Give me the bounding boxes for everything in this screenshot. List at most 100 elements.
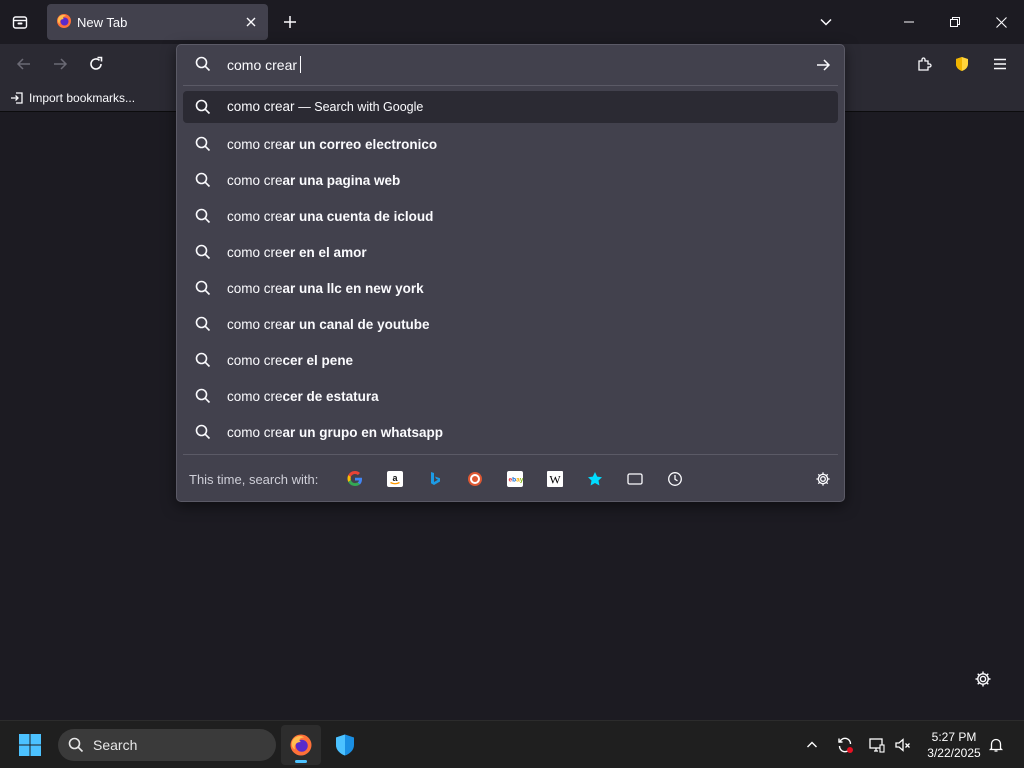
suggestion-completion: cer el pene: [282, 353, 354, 368]
tab-close-button[interactable]: [241, 12, 261, 32]
search-settings-button[interactable]: [812, 468, 834, 490]
forward-button[interactable]: [46, 50, 74, 78]
bookmarks-search-button[interactable]: [584, 468, 606, 490]
taskbar-firefox[interactable]: [281, 725, 321, 765]
import-bookmarks-label: Import bookmarks...: [29, 91, 136, 105]
urlbar-input-row[interactable]: como crear: [177, 45, 844, 85]
search-icon: [195, 316, 211, 332]
back-button[interactable]: [10, 50, 38, 78]
suggestion-row[interactable]: como crear una pagina web: [183, 163, 838, 199]
urlbar-input-value: como crear: [227, 56, 298, 73]
tab-new-tab[interactable]: New Tab: [47, 4, 268, 40]
close-icon: [995, 16, 1007, 28]
suggestion-completion: ar un grupo en whatsapp: [282, 425, 444, 440]
import-bookmarks-button[interactable]: Import bookmarks...: [10, 89, 135, 107]
svg-text:W: W: [549, 473, 561, 487]
suggestion-row[interactable]: como creer en el amor: [183, 235, 838, 271]
extensions-button[interactable]: [910, 50, 938, 78]
tabs-icon: [627, 473, 643, 485]
search-icon: [195, 388, 211, 404]
puzzle-icon: [918, 57, 932, 71]
chevron-up-icon: [807, 741, 817, 748]
minimize-button[interactable]: [886, 4, 932, 40]
arrow-right-icon: [54, 58, 68, 70]
notifications-button[interactable]: [984, 733, 1008, 757]
search-icon: [195, 352, 211, 368]
divider: [183, 85, 838, 86]
heuristic-action: — Search with Google: [298, 100, 424, 114]
amazon-engine-button[interactable]: a: [384, 468, 406, 490]
taskbar-windows-security[interactable]: [325, 725, 365, 765]
start-button[interactable]: [18, 733, 42, 757]
privacy-shield-button[interactable]: [948, 50, 976, 78]
search-icon: [195, 136, 211, 152]
suggestion-row[interactable]: como crear un correo electronico: [183, 127, 838, 163]
tabs-search-button[interactable]: [624, 468, 646, 490]
bing-engine-button[interactable]: [424, 468, 446, 490]
update-tray-button[interactable]: [833, 733, 857, 757]
urlbar-input[interactable]: como crear: [227, 56, 302, 73]
suggestion-completion: ar un canal de youtube: [282, 317, 430, 332]
gear-icon: [975, 671, 991, 687]
defender-shield-icon: [336, 734, 354, 756]
duckduckgo-engine-button[interactable]: [464, 468, 486, 490]
suggestion-completion: ar una cuenta de icloud: [282, 209, 434, 224]
new-tab-settings-button[interactable]: [970, 666, 996, 692]
bell-icon: [988, 738, 1004, 752]
ebay-icon: ebay: [507, 471, 523, 487]
show-hidden-icons-button[interactable]: [800, 733, 824, 757]
svg-text:ebay: ebay: [509, 477, 524, 484]
suggestion-row[interactable]: como crear un canal de youtube: [183, 307, 838, 343]
search-icon: [195, 172, 211, 188]
arrow-right-icon: [817, 59, 831, 71]
close-window-button[interactable]: [978, 4, 1024, 40]
suggestion-typed: como cre: [227, 425, 283, 440]
search-icon: [195, 99, 211, 115]
divider: [183, 454, 838, 455]
restore-icon: [950, 17, 960, 27]
network-tray-button[interactable]: [865, 733, 889, 757]
new-tab-button[interactable]: [278, 10, 302, 34]
suggestion-completion: er en el amor: [282, 245, 367, 260]
suggestion-list: como crear — Search with Google como cre…: [183, 91, 838, 451]
suggestion-row[interactable]: como crear una llc en new york: [183, 271, 838, 307]
suggestion-row[interactable]: como crecer el pene: [183, 343, 838, 379]
google-icon: [347, 471, 362, 486]
gear-icon: [816, 472, 830, 486]
app-menu-button[interactable]: [986, 50, 1014, 78]
taskbar-search-label: Search: [93, 737, 138, 753]
active-indicator: [295, 760, 307, 763]
restore-button[interactable]: [932, 4, 978, 40]
list-all-tabs-button[interactable]: [814, 10, 838, 34]
urlbar-popup: como crear como crear — Search with Goog…: [176, 44, 845, 502]
ebay-engine-button[interactable]: ebay: [504, 468, 526, 490]
volume-tray-button[interactable]: [891, 733, 915, 757]
heuristic-result[interactable]: como crear — Search with Google: [183, 91, 838, 123]
heuristic-query: como crear: [227, 99, 295, 114]
suggestion-typed: como cre: [227, 209, 283, 224]
wikipedia-engine-button[interactable]: W: [544, 468, 566, 490]
search-icon: [68, 737, 84, 753]
reload-button[interactable]: [82, 50, 110, 78]
suggestion-row[interactable]: como crear un grupo en whatsapp: [183, 415, 838, 451]
suggestion-typed: como cre: [227, 317, 283, 332]
windows-logo-icon: [19, 734, 41, 756]
suggestion-row[interactable]: como crear una cuenta de icloud: [183, 199, 838, 235]
one-off-search-bar: This time, search with: a ebay W: [177, 459, 844, 499]
search-icon: [195, 280, 211, 296]
google-engine-button[interactable]: [344, 468, 366, 490]
wikipedia-icon: W: [547, 471, 563, 487]
bing-icon: [431, 472, 440, 485]
suggestion-row[interactable]: como crecer de estatura: [183, 379, 838, 415]
suggestion-completion: cer de estatura: [282, 389, 379, 404]
taskbar-clock[interactable]: 5:27 PM 3/22/2025: [918, 729, 990, 761]
taskbar-search-box[interactable]: Search: [58, 729, 276, 761]
suggestion-typed: como cre: [227, 389, 283, 404]
history-search-button[interactable]: [664, 468, 686, 490]
tab-strip: New Tab: [0, 0, 1024, 44]
suggestion-typed: como cre: [227, 173, 283, 188]
history-icon: [668, 472, 682, 486]
network-icon: [869, 738, 885, 753]
firefox-view-button[interactable]: [6, 8, 34, 36]
go-button[interactable]: [812, 54, 834, 76]
